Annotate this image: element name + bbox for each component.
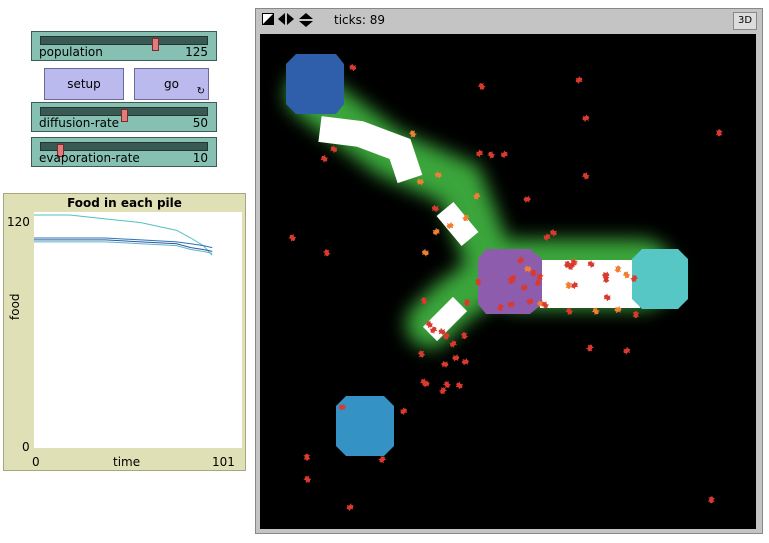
ant: [575, 76, 583, 84]
ant: [323, 249, 331, 257]
ant: [431, 204, 439, 213]
ant: [549, 229, 557, 237]
ticks-label: ticks:: [334, 13, 366, 27]
ant: [432, 228, 440, 236]
3d-button[interactable]: 3D: [733, 12, 757, 30]
go-button-label: go: [164, 77, 179, 91]
ant: [582, 114, 590, 122]
plot-y-label: food: [8, 293, 22, 320]
ant: [422, 249, 429, 257]
ant: [487, 151, 495, 159]
plot-area: [34, 212, 242, 448]
diffusion-rate-slider-track[interactable]: [40, 107, 208, 122]
ant: [478, 82, 486, 90]
setup-button-label: setup: [67, 77, 101, 91]
plot-x-min: 0: [32, 455, 40, 469]
evaporation-rate-slider-track[interactable]: [40, 142, 208, 157]
setup-button[interactable]: setup: [44, 68, 124, 100]
population-slider-track[interactable]: [40, 36, 208, 51]
vertical-arrows-icon[interactable]: [299, 13, 313, 31]
world-canvas[interactable]: [260, 34, 756, 529]
food-pile-2: [286, 54, 344, 114]
plot-y-max: 120: [7, 215, 30, 229]
ant: [378, 455, 386, 464]
forever-icon: ↻: [196, 86, 205, 97]
ant: [475, 149, 484, 157]
ant: [452, 354, 460, 362]
population-slider[interactable]: population 125: [31, 31, 217, 61]
population-slider-thumb[interactable]: [152, 38, 160, 51]
plot-series-line-4: [34, 241, 213, 254]
ant: [417, 350, 426, 358]
ant: [400, 407, 408, 415]
ant: [449, 340, 457, 348]
ticks-value: 89: [369, 13, 385, 27]
speed-toggle-icon[interactable]: [262, 13, 274, 29]
evaporation-rate-slider[interactable]: evaporation-rate 10: [31, 137, 217, 167]
ant: [623, 347, 631, 355]
evaporation-rate-value: 10: [192, 151, 208, 165]
diffusion-rate-value: 50: [192, 116, 208, 130]
world-view: ticks: 89 3D: [255, 8, 763, 534]
ant: [455, 381, 463, 390]
ant: [320, 155, 328, 163]
plot-x-label: time: [113, 455, 141, 469]
ant: [632, 311, 640, 319]
ant: [523, 195, 531, 203]
step-arrows-icon[interactable]: [278, 13, 294, 29]
diffusion-rate-label: diffusion-rate: [39, 116, 120, 130]
plot-x-max: 101: [212, 455, 235, 469]
diffusion-rate-slider[interactable]: diffusion-rate 50: [31, 102, 217, 132]
ant: [303, 453, 311, 461]
ant: [288, 234, 297, 242]
population-label: population: [39, 45, 103, 59]
ant: [460, 332, 468, 340]
diffusion-rate-slider-thumb[interactable]: [120, 109, 128, 122]
plot-canvas: [34, 214, 213, 256]
ant: [303, 475, 312, 483]
ant: [582, 172, 590, 180]
ant: [715, 129, 723, 137]
plot-series-line-1: [34, 214, 213, 256]
food-pile-3: [336, 396, 394, 456]
world-svg[interactable]: [260, 34, 756, 529]
view-toolbar: ticks: 89 3D: [256, 9, 762, 33]
plot-title: Food in each pile: [67, 196, 182, 210]
ant: [707, 496, 715, 504]
evaporation-rate-label: evaporation-rate: [39, 151, 140, 165]
food-plot: Food in each pile food 120 0 0 time 101: [3, 193, 246, 471]
ant: [330, 145, 338, 153]
go-button[interactable]: go ↻: [134, 68, 209, 100]
population-value: 125: [185, 45, 208, 59]
ant: [349, 63, 357, 72]
ant: [500, 150, 508, 159]
ant: [586, 344, 594, 352]
ticks-counter: ticks: 89: [334, 13, 385, 27]
ant: [461, 358, 469, 366]
ant: [441, 360, 449, 368]
plot-y-min: 0: [22, 440, 30, 454]
food-pile-1: [632, 249, 688, 309]
ant: [346, 503, 354, 511]
